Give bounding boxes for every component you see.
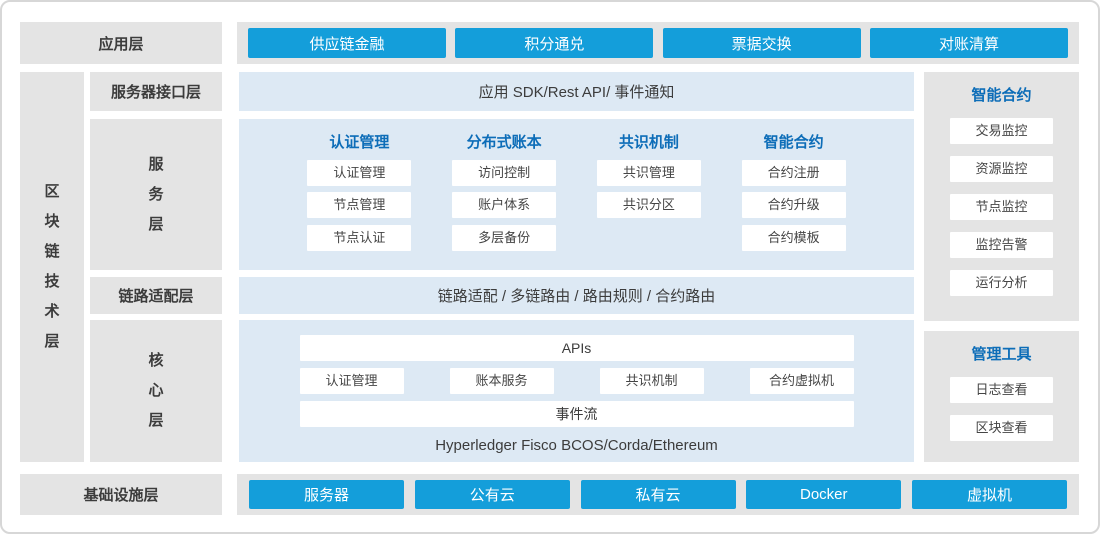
- architecture-diagram: 应用层 供应链金融 积分通兑 票据交换 对账清算 区块链技术层 服务器接口层 应…: [0, 0, 1100, 534]
- server-interface-layer-content-text: 应用 SDK/Rest API/ 事件通知: [479, 81, 675, 102]
- core-layer-label: 核心层: [90, 320, 222, 462]
- right-panel-item: 节点监控: [950, 194, 1053, 220]
- server-interface-layer-content: 应用 SDK/Rest API/ 事件通知: [239, 72, 914, 111]
- infra-button-public-cloud: 公有云: [415, 480, 570, 509]
- service-column-ledger: 分布式账本 访问控制 账户体系 多层备份: [432, 132, 577, 270]
- right-panel-header: 管理工具: [924, 344, 1079, 365]
- service-column-header: 分布式账本: [432, 132, 577, 153]
- app-layer-label: 应用层: [20, 22, 222, 64]
- service-item: 合约升级: [742, 192, 846, 218]
- right-panel-header: 智能合约: [924, 85, 1079, 106]
- link-adapter-layer-label: 链路适配层: [90, 277, 222, 314]
- link-adapter-layer-label-text: 链路适配层: [118, 285, 193, 306]
- service-item: 认证管理: [307, 160, 411, 186]
- service-item: 合约注册: [742, 160, 846, 186]
- link-adapter-layer-content-text: 链路适配 / 多链路由 / 路由规则 / 合约路由: [438, 285, 716, 306]
- right-panel-item: 交易监控: [950, 118, 1053, 144]
- infra-layer-label: 基础设施层: [20, 474, 222, 515]
- service-column-header: 智能合约: [721, 132, 866, 153]
- app-button-bill-exchange: 票据交换: [663, 28, 861, 58]
- core-item: 认证管理: [300, 368, 404, 394]
- infra-layer-strip: 服务器 公有云 私有云 Docker 虚拟机: [237, 474, 1079, 515]
- service-item: 合约模板: [742, 225, 846, 251]
- app-layer-strip: 供应链金融 积分通兑 票据交换 对账清算: [237, 22, 1079, 64]
- infra-layer-label-text: 基础设施层: [83, 484, 158, 505]
- service-item: 多层备份: [452, 225, 556, 251]
- service-column-header: 认证管理: [287, 132, 432, 153]
- right-panel-smart-contract: 智能合约 交易监控 资源监控 节点监控 监控告警 运行分析: [924, 72, 1079, 321]
- infra-button-private-cloud: 私有云: [581, 480, 736, 509]
- core-items-row: 认证管理 账本服务 共识机制 合约虚拟机: [300, 368, 854, 394]
- right-panel-item: 监控告警: [950, 232, 1053, 258]
- server-interface-layer-label-text: 服务器接口层: [111, 81, 201, 102]
- infra-button-docker: Docker: [746, 480, 901, 509]
- right-panel-management-tools: 管理工具 日志查看 区块查看: [924, 331, 1079, 462]
- core-platforms-text: Hyperledger Fisco BCOS/Corda/Ethereum: [300, 437, 854, 454]
- link-adapter-layer-content: 链路适配 / 多链路由 / 路由规则 / 合约路由: [239, 277, 914, 314]
- core-apis-bar: APIs: [300, 335, 854, 361]
- server-interface-layer-label: 服务器接口层: [90, 72, 222, 111]
- service-item: 访问控制: [452, 160, 556, 186]
- infra-button-server: 服务器: [249, 480, 404, 509]
- app-button-points-exchange: 积分通兑: [455, 28, 653, 58]
- app-button-supply-chain-finance: 供应链金融: [248, 28, 446, 58]
- service-item: 共识管理: [597, 160, 701, 186]
- core-item: 合约虚拟机: [750, 368, 854, 394]
- service-column-auth: 认证管理 认证管理 节点管理 节点认证: [287, 132, 432, 270]
- blockchain-tech-layer-label-text: 区块链技术层: [44, 177, 60, 357]
- service-column-smart-contract: 智能合约 合约注册 合约升级 合约模板: [721, 132, 866, 270]
- service-item: 节点认证: [307, 225, 411, 251]
- right-panel-item: 资源监控: [950, 156, 1053, 182]
- core-layer-content: APIs 认证管理 账本服务 共识机制 合约虚拟机 事件流 Hyperledge…: [239, 320, 914, 462]
- service-layer-label: 服务层: [90, 119, 222, 270]
- service-column-header: 共识机制: [577, 132, 722, 153]
- service-column-consensus: 共识机制 共识管理 共识分区: [577, 132, 722, 270]
- app-layer-label-text: 应用层: [98, 33, 143, 54]
- core-layer-label-text: 核心层: [148, 346, 164, 436]
- core-item: 共识机制: [600, 368, 704, 394]
- blockchain-tech-layer-label: 区块链技术层: [20, 72, 84, 462]
- right-panel-item: 区块查看: [950, 415, 1053, 441]
- app-button-reconciliation-clearing: 对账清算: [870, 28, 1068, 58]
- core-event-stream-bar: 事件流: [300, 401, 854, 427]
- service-item: 账户体系: [452, 192, 556, 218]
- infra-button-vm: 虚拟机: [912, 480, 1067, 509]
- core-item: 账本服务: [450, 368, 554, 394]
- right-panel-item: 运行分析: [950, 270, 1053, 296]
- service-layer-label-text: 服务层: [148, 150, 164, 240]
- service-layer-content: 认证管理 认证管理 节点管理 节点认证 分布式账本 访问控制 账户体系 多层备份…: [239, 119, 914, 270]
- service-item: 节点管理: [307, 192, 411, 218]
- right-panel-item: 日志查看: [950, 377, 1053, 403]
- service-item: 共识分区: [597, 192, 701, 218]
